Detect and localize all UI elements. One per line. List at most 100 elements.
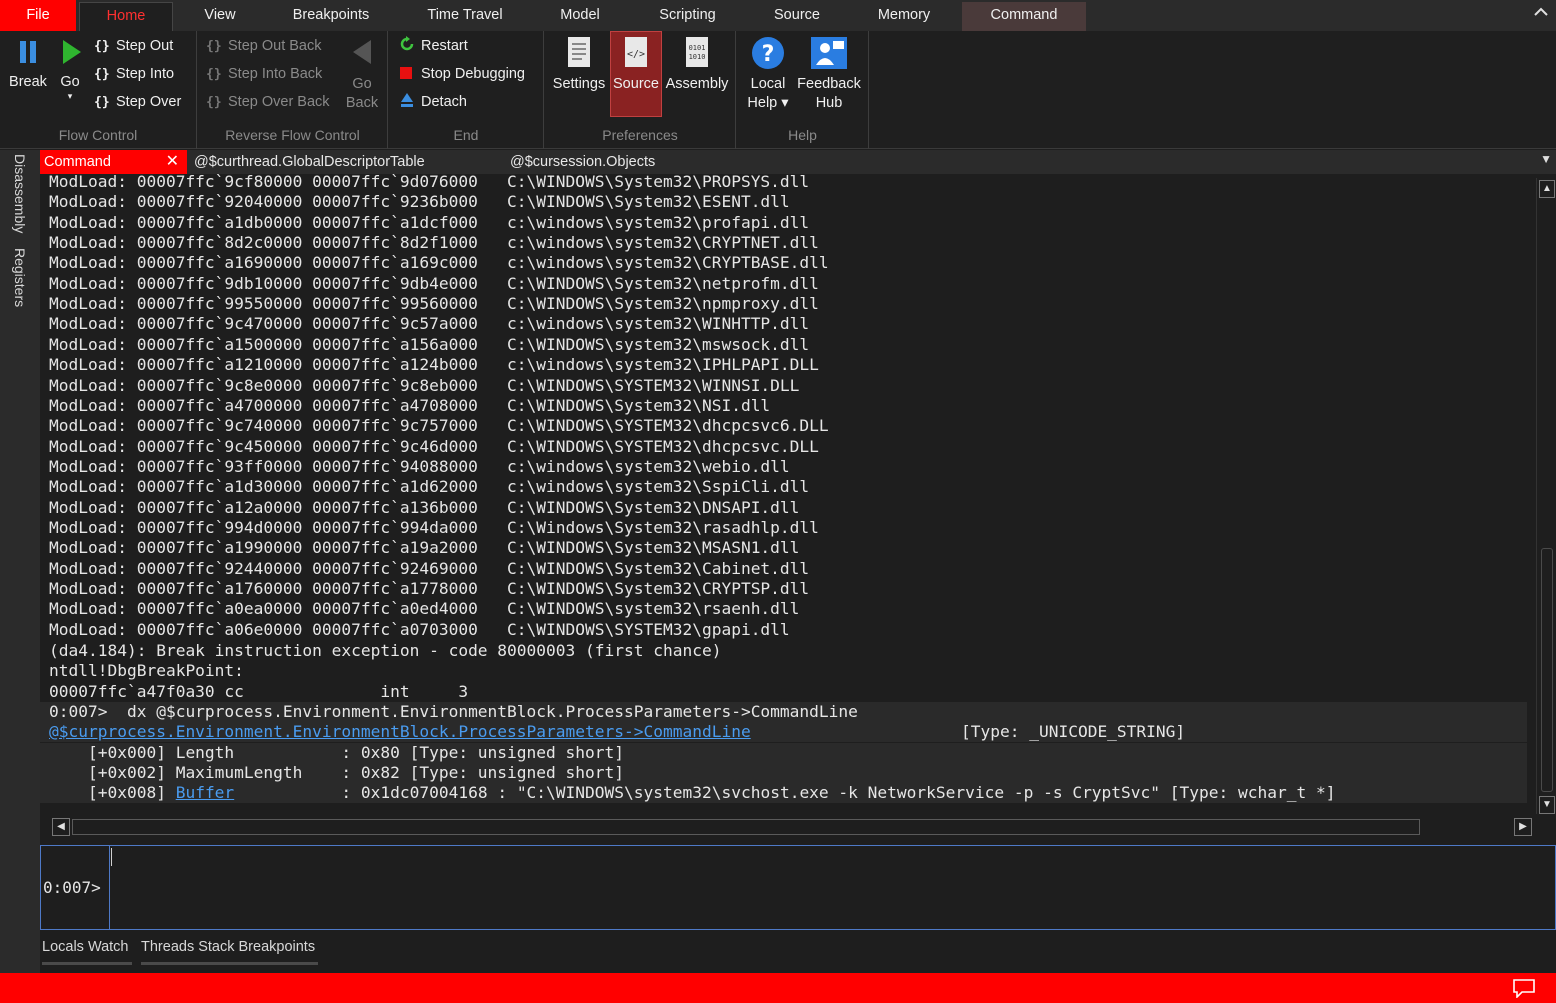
tab-locals-watch[interactable]: Locals Watch [42,935,132,965]
scroll-right-icon[interactable]: ▶ [1514,818,1532,836]
source-button[interactable]: </> Source [610,31,662,117]
command-output[interactable]: ModLoad: 00007ffc`9cf80000 00007ffc`9d07… [40,174,1536,814]
document-tab-strip: Command ✕ @$curthread.GlobalDescriptorTa… [40,150,1556,174]
tab-list-dropdown-icon[interactable]: ▼ [1540,152,1552,166]
feedback-hub-label-line1: Feedback [797,76,861,92]
detach-button[interactable]: Detach [399,90,467,114]
tab-disassembly[interactable]: Disassembly [12,154,28,233]
close-icon[interactable]: ✕ [166,150,179,174]
settings-button[interactable]: Settings [551,35,607,94]
menu-tab-home[interactable]: Home [79,2,173,31]
step-out-back-icon: {} [206,39,222,54]
assembly-binary-icon: 01011010 [686,37,708,67]
modload-line: ModLoad: 00007ffc`92040000 00007ffc`9236… [49,192,790,212]
step-out-back-label: Step Out Back [228,38,322,54]
step-into-back-button[interactable]: {} Step Into Back [206,62,322,86]
modload-line: ModLoad: 00007ffc`9c8e0000 00007ffc`9c8e… [49,375,800,395]
go-back-button[interactable]: Go Back [342,37,382,113]
exception-line: (da4.184): Break instruction exception -… [49,641,722,660]
output-vertical-scrollbar[interactable]: ▲ ▼ [1536,178,1556,814]
menu-tab-view[interactable]: View [180,2,260,31]
assembly-button[interactable]: 0101 1010 Assembly [665,35,729,94]
detach-label: Detach [421,94,467,110]
menu-file[interactable]: File [0,0,76,31]
step-into-icon: {} [94,67,110,82]
preferences-label: Preferences [602,127,678,143]
modload-line: ModLoad: 00007ffc`99550000 00007ffc`9956… [49,294,819,314]
svg-text:</>: </> [627,49,645,60]
go-button[interactable]: Go ▾ [52,37,88,101]
step-into-back-icon: {} [206,67,222,82]
svg-text:1010: 1010 [689,53,706,61]
side-tab-strip: Disassembly Registers [0,150,40,973]
step-over-back-label: Step Over Back [228,94,330,110]
modload-line: ModLoad: 00007ffc`93ff0000 00007ffc`9408… [49,456,790,476]
break-label: Break [9,74,47,90]
modload-line: ModLoad: 00007ffc`a1760000 00007ffc`a177… [49,579,810,598]
tab-command[interactable]: Command ✕ [40,150,187,174]
step-out-back-button[interactable]: {} Step Out Back [206,34,322,58]
feedback-chat-icon[interactable] [1512,978,1536,999]
menu-tab-model[interactable]: Model [540,2,620,31]
tab-global-descriptor-table[interactable]: @$curthread.GlobalDescriptorTable [190,150,502,174]
step-out-button[interactable]: {} Step Out [94,34,173,58]
modload-line: ModLoad: 00007ffc`92440000 00007ffc`9246… [49,558,810,578]
vertical-scroll-thumb[interactable] [1541,548,1553,792]
scroll-up-icon[interactable]: ▲ [1539,180,1555,198]
modload-line: ModLoad: 00007ffc`9db10000 00007ffc`9db4… [49,273,819,293]
dx-command-line: 0:007> dx @$curprocess.Environment.Envir… [40,702,1527,723]
pause-icon [20,41,36,63]
step-into-button[interactable]: {} Step Into [94,62,174,86]
tab-registers[interactable]: Registers [12,248,28,307]
menu-tab-source[interactable]: Source [755,2,839,31]
dx-result-link[interactable]: @$curprocess.Environment.EnvironmentBloc… [49,722,751,741]
source-code-icon: </> [625,37,647,67]
step-over-button[interactable]: {} Step Over [94,90,181,114]
preferences-group: Settings </> Source 0101 1010 Assembly Pr… [545,31,736,149]
settings-label: Settings [552,76,606,92]
menu-tab-command[interactable]: Command [962,2,1086,31]
break-button[interactable]: Break [6,37,50,92]
restart-icon [399,35,421,59]
buffer-link[interactable]: Buffer [176,783,234,802]
feedback-hub-button[interactable]: Feedback Hub [795,35,863,113]
horizontal-scroll-thumb[interactable] [72,819,1420,835]
menu-tab-breakpoints[interactable]: Breakpoints [270,2,392,31]
collapse-ribbon-icon[interactable] [1534,4,1548,20]
end-group: Restart Stop Debugging Detach End [389,31,544,149]
stop-debugging-button[interactable]: Stop Debugging [399,62,525,86]
modload-line: ModLoad: 00007ffc`a1210000 00007ffc`a124… [49,355,819,375]
go-dropdown-icon[interactable]: ▾ [52,92,88,101]
tab-threads-stack-breakpoints[interactable]: Threads Stack Breakpoints [141,935,318,965]
step-into-back-label: Step Into Back [228,66,323,82]
stop-debugging-label: Stop Debugging [421,66,525,82]
dx-result-type: [Type: _UNICODE_STRING] [961,722,1186,741]
menu-tab-scripting[interactable]: Scripting [640,2,735,31]
field-buffer-line: [+0x008] Buffer : 0x1dc07004168 : "C:\WI… [40,783,1527,804]
output-horizontal-scrollbar[interactable]: ◀ ▶ [50,818,1536,836]
scroll-down-icon[interactable]: ▼ [1539,796,1555,814]
command-input[interactable] [113,846,1555,929]
help-question-icon: ? [752,37,784,69]
command-prompt: 0:007> [41,846,110,929]
menu-tab-time-travel[interactable]: Time Travel [410,2,520,31]
svg-text:0101: 0101 [689,44,706,52]
go-back-label-line1: Go [352,76,372,92]
restart-label: Restart [421,38,468,54]
ribbon: Break Go ▾ {} Step Out {} Step Into {} Step… [0,31,1556,149]
svg-text:?: ? [762,42,775,67]
status-bar [0,973,1556,1003]
reverse-play-icon [353,40,371,64]
field-buffer-value: : 0x1dc07004168 : "C:\WINDOWS\system32\s… [234,783,1336,802]
local-help-button[interactable]: ? Local Help ▾ [743,35,793,113]
scroll-left-icon[interactable]: ◀ [52,818,70,836]
modload-line: ModLoad: 00007ffc`a1690000 00007ffc`a169… [49,253,829,273]
reverse-flow-control-label: Reverse Flow Control [225,127,360,143]
step-over-back-button[interactable]: {} Step Over Back [206,90,330,114]
text-caret [111,848,112,866]
modload-line: ModLoad: 00007ffc`994d0000 00007ffc`994d… [49,517,819,537]
tab-session-objects[interactable]: @$cursession.Objects [506,150,746,174]
modload-line: ModLoad: 00007ffc`a1500000 00007ffc`a156… [49,334,810,354]
restart-button[interactable]: Restart [399,34,468,58]
menu-tab-memory[interactable]: Memory [860,2,948,31]
